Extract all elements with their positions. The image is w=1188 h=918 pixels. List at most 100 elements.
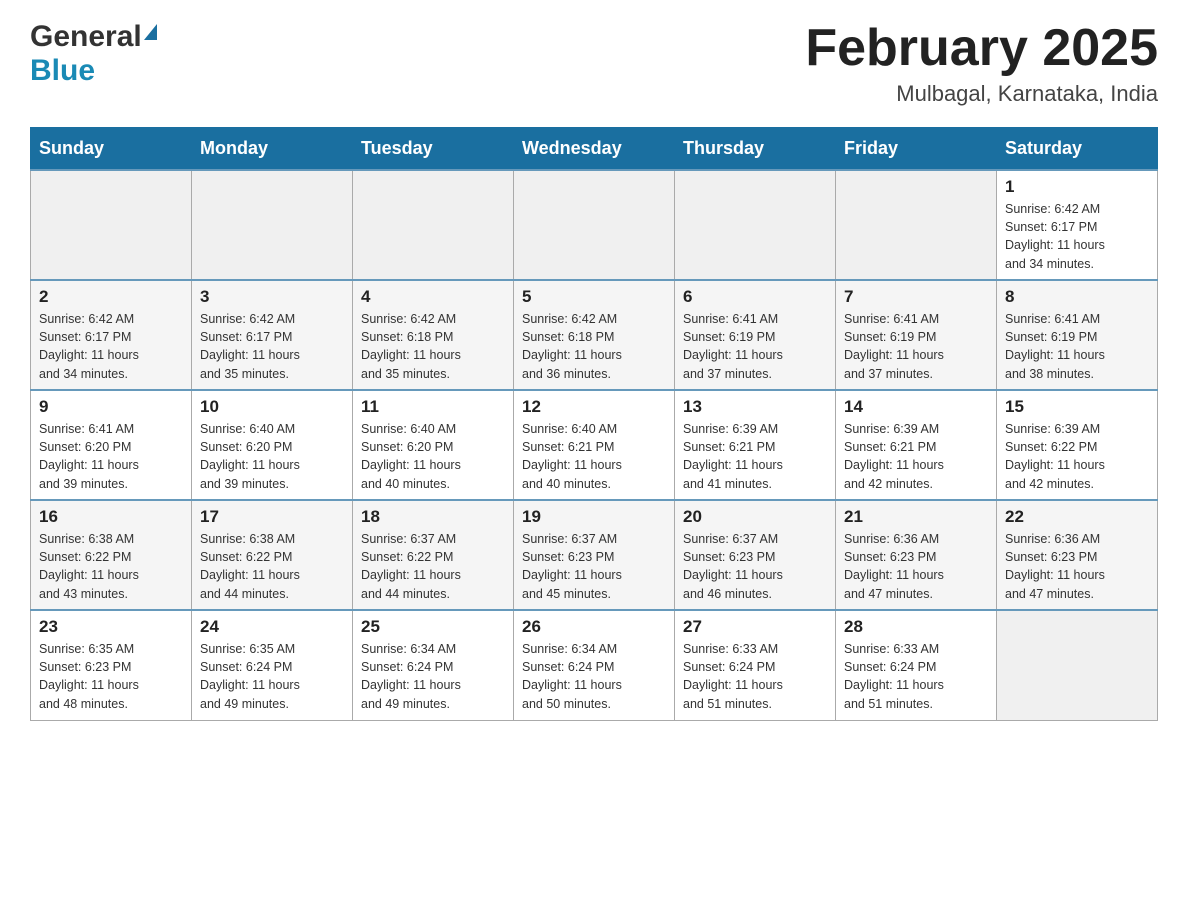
column-header-tuesday: Tuesday bbox=[353, 128, 514, 171]
day-number: 18 bbox=[361, 507, 505, 527]
calendar-cell: 27 Sunrise: 6:33 AM Sunset: 6:24 PM Dayli… bbox=[675, 610, 836, 720]
day-info: Sunrise: 6:39 AM Sunset: 6:21 PM Dayligh… bbox=[844, 420, 988, 493]
day-info: Sunrise: 6:33 AM Sunset: 6:24 PM Dayligh… bbox=[683, 640, 827, 713]
calendar-cell: 23 Sunrise: 6:35 AM Sunset: 6:23 PM Dayli… bbox=[31, 610, 192, 720]
calendar-cell: 24 Sunrise: 6:35 AM Sunset: 6:24 PM Dayli… bbox=[192, 610, 353, 720]
calendar-cell bbox=[675, 170, 836, 280]
day-number: 4 bbox=[361, 287, 505, 307]
day-info: Sunrise: 6:42 AM Sunset: 6:18 PM Dayligh… bbox=[361, 310, 505, 383]
day-info: Sunrise: 6:37 AM Sunset: 6:23 PM Dayligh… bbox=[683, 530, 827, 603]
calendar-cell: 26 Sunrise: 6:34 AM Sunset: 6:24 PM Dayli… bbox=[514, 610, 675, 720]
day-info: Sunrise: 6:42 AM Sunset: 6:17 PM Dayligh… bbox=[1005, 200, 1149, 273]
column-header-thursday: Thursday bbox=[675, 128, 836, 171]
calendar-cell bbox=[353, 170, 514, 280]
day-number: 22 bbox=[1005, 507, 1149, 527]
day-number: 13 bbox=[683, 397, 827, 417]
calendar-cell: 7 Sunrise: 6:41 AM Sunset: 6:19 PM Daylig… bbox=[836, 280, 997, 390]
page-header: General Blue February 2025 Mulbagal, Kar… bbox=[30, 20, 1158, 107]
day-number: 2 bbox=[39, 287, 183, 307]
day-info: Sunrise: 6:37 AM Sunset: 6:23 PM Dayligh… bbox=[522, 530, 666, 603]
day-info: Sunrise: 6:42 AM Sunset: 6:17 PM Dayligh… bbox=[200, 310, 344, 383]
column-header-sunday: Sunday bbox=[31, 128, 192, 171]
calendar-week-row: 23 Sunrise: 6:35 AM Sunset: 6:23 PM Dayli… bbox=[31, 610, 1158, 720]
day-number: 12 bbox=[522, 397, 666, 417]
column-header-saturday: Saturday bbox=[997, 128, 1158, 171]
calendar-cell bbox=[514, 170, 675, 280]
day-number: 16 bbox=[39, 507, 183, 527]
calendar-table: SundayMondayTuesdayWednesdayThursdayFrid… bbox=[30, 127, 1158, 721]
calendar-cell: 20 Sunrise: 6:37 AM Sunset: 6:23 PM Dayli… bbox=[675, 500, 836, 610]
calendar-cell: 13 Sunrise: 6:39 AM Sunset: 6:21 PM Dayli… bbox=[675, 390, 836, 500]
day-number: 14 bbox=[844, 397, 988, 417]
day-number: 5 bbox=[522, 287, 666, 307]
calendar-week-row: 2 Sunrise: 6:42 AM Sunset: 6:17 PM Daylig… bbox=[31, 280, 1158, 390]
logo-general-text: General bbox=[30, 20, 142, 54]
calendar-cell bbox=[997, 610, 1158, 720]
day-number: 7 bbox=[844, 287, 988, 307]
day-number: 25 bbox=[361, 617, 505, 637]
calendar-week-row: 9 Sunrise: 6:41 AM Sunset: 6:20 PM Daylig… bbox=[31, 390, 1158, 500]
calendar-cell: 10Sunrise: 6:40 AM Sunset: 6:20 PM Dayli… bbox=[192, 390, 353, 500]
day-info: Sunrise: 6:34 AM Sunset: 6:24 PM Dayligh… bbox=[361, 640, 505, 713]
day-number: 20 bbox=[683, 507, 827, 527]
calendar-cell: 25 Sunrise: 6:34 AM Sunset: 6:24 PM Dayli… bbox=[353, 610, 514, 720]
calendar-week-row: 1 Sunrise: 6:42 AM Sunset: 6:17 PM Daylig… bbox=[31, 170, 1158, 280]
calendar-cell bbox=[836, 170, 997, 280]
day-info: Sunrise: 6:36 AM Sunset: 6:23 PM Dayligh… bbox=[1005, 530, 1149, 603]
day-info: Sunrise: 6:40 AM Sunset: 6:20 PM Dayligh… bbox=[200, 420, 344, 493]
calendar-header-row: SundayMondayTuesdayWednesdayThursdayFrid… bbox=[31, 128, 1158, 171]
calendar-cell: 15Sunrise: 6:39 AM Sunset: 6:22 PM Dayli… bbox=[997, 390, 1158, 500]
location-label: Mulbagal, Karnataka, India bbox=[805, 81, 1158, 107]
day-info: Sunrise: 6:39 AM Sunset: 6:21 PM Dayligh… bbox=[683, 420, 827, 493]
day-number: 23 bbox=[39, 617, 183, 637]
day-number: 3 bbox=[200, 287, 344, 307]
day-info: Sunrise: 6:38 AM Sunset: 6:22 PM Dayligh… bbox=[200, 530, 344, 603]
day-number: 6 bbox=[683, 287, 827, 307]
calendar-cell bbox=[31, 170, 192, 280]
title-section: February 2025 Mulbagal, Karnataka, India bbox=[805, 20, 1158, 107]
calendar-cell bbox=[192, 170, 353, 280]
day-info: Sunrise: 6:34 AM Sunset: 6:24 PM Dayligh… bbox=[522, 640, 666, 713]
day-number: 28 bbox=[844, 617, 988, 637]
calendar-cell: 16Sunrise: 6:38 AM Sunset: 6:22 PM Dayli… bbox=[31, 500, 192, 610]
day-info: Sunrise: 6:36 AM Sunset: 6:23 PM Dayligh… bbox=[844, 530, 988, 603]
day-info: Sunrise: 6:42 AM Sunset: 6:17 PM Dayligh… bbox=[39, 310, 183, 383]
calendar-cell: 28 Sunrise: 6:33 AM Sunset: 6:24 PM Dayli… bbox=[836, 610, 997, 720]
day-info: Sunrise: 6:35 AM Sunset: 6:24 PM Dayligh… bbox=[200, 640, 344, 713]
day-number: 27 bbox=[683, 617, 827, 637]
day-info: Sunrise: 6:41 AM Sunset: 6:19 PM Dayligh… bbox=[1005, 310, 1149, 383]
day-info: Sunrise: 6:37 AM Sunset: 6:22 PM Dayligh… bbox=[361, 530, 505, 603]
calendar-cell: 17 Sunrise: 6:38 AM Sunset: 6:22 PM Dayli… bbox=[192, 500, 353, 610]
calendar-cell: 12Sunrise: 6:40 AM Sunset: 6:21 PM Dayli… bbox=[514, 390, 675, 500]
calendar-week-row: 16 Sunrise: 6:38 AM Sunset: 6:22 PM Dayli… bbox=[31, 500, 1158, 610]
day-number: 9 bbox=[39, 397, 183, 417]
calendar-cell: 22 Sunrise: 6:36 AM Sunset: 6:23 PM Dayli… bbox=[997, 500, 1158, 610]
day-info: Sunrise: 6:41 AM Sunset: 6:20 PM Dayligh… bbox=[39, 420, 183, 493]
column-header-monday: Monday bbox=[192, 128, 353, 171]
logo-blue-text: Blue bbox=[30, 54, 95, 88]
calendar-cell: 14 Sunrise: 6:39 AM Sunset: 6:21 PM Dayli… bbox=[836, 390, 997, 500]
logo: General Blue bbox=[30, 20, 157, 88]
calendar-cell: 5 Sunrise: 6:42 AM Sunset: 6:18 PM Daylig… bbox=[514, 280, 675, 390]
day-number: 8 bbox=[1005, 287, 1149, 307]
day-number: 17 bbox=[200, 507, 344, 527]
day-number: 1 bbox=[1005, 177, 1149, 197]
calendar-cell: 6 Sunrise: 6:41 AM Sunset: 6:19 PM Daylig… bbox=[675, 280, 836, 390]
calendar-cell: 18 Sunrise: 6:37 AM Sunset: 6:22 PM Dayli… bbox=[353, 500, 514, 610]
day-info: Sunrise: 6:39 AM Sunset: 6:22 PM Dayligh… bbox=[1005, 420, 1149, 493]
column-header-wednesday: Wednesday bbox=[514, 128, 675, 171]
day-info: Sunrise: 6:41 AM Sunset: 6:19 PM Dayligh… bbox=[683, 310, 827, 383]
day-info: Sunrise: 6:35 AM Sunset: 6:23 PM Dayligh… bbox=[39, 640, 183, 713]
day-info: Sunrise: 6:41 AM Sunset: 6:19 PM Dayligh… bbox=[844, 310, 988, 383]
calendar-cell: 19Sunrise: 6:37 AM Sunset: 6:23 PM Dayli… bbox=[514, 500, 675, 610]
calendar-cell: 4 Sunrise: 6:42 AM Sunset: 6:18 PM Daylig… bbox=[353, 280, 514, 390]
day-info: Sunrise: 6:33 AM Sunset: 6:24 PM Dayligh… bbox=[844, 640, 988, 713]
day-number: 21 bbox=[844, 507, 988, 527]
calendar-cell: 21 Sunrise: 6:36 AM Sunset: 6:23 PM Dayli… bbox=[836, 500, 997, 610]
logo-triangle-icon bbox=[144, 24, 157, 40]
day-info: Sunrise: 6:40 AM Sunset: 6:20 PM Dayligh… bbox=[361, 420, 505, 493]
day-number: 26 bbox=[522, 617, 666, 637]
day-info: Sunrise: 6:42 AM Sunset: 6:18 PM Dayligh… bbox=[522, 310, 666, 383]
calendar-cell: 9 Sunrise: 6:41 AM Sunset: 6:20 PM Daylig… bbox=[31, 390, 192, 500]
day-number: 24 bbox=[200, 617, 344, 637]
